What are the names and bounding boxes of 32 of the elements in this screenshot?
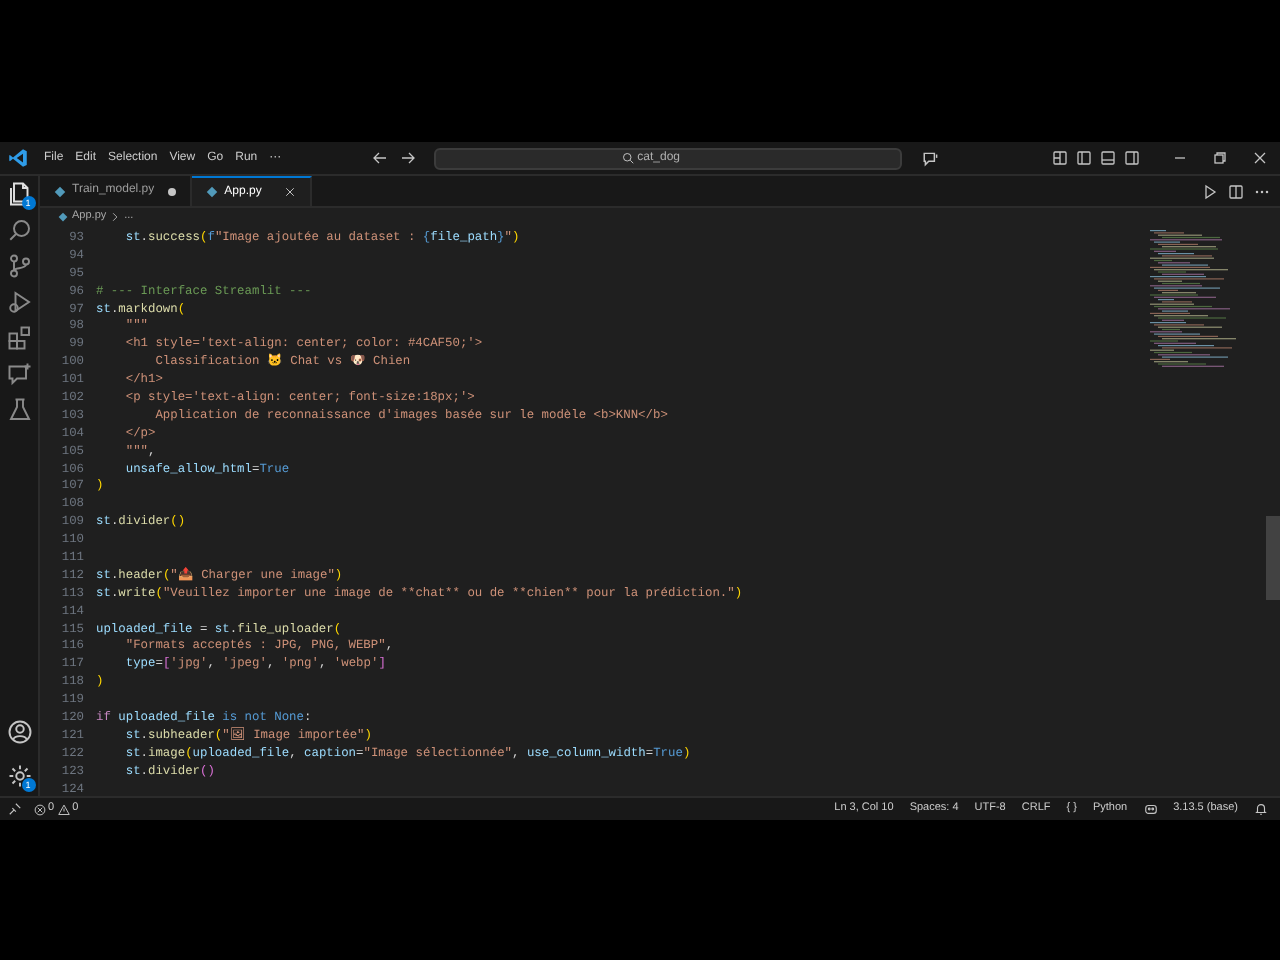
panel-bottom-icon[interactable]	[1100, 150, 1116, 166]
search-icon[interactable]	[7, 218, 31, 242]
sidebar-left-icon[interactable]	[1076, 150, 1092, 166]
restore-icon[interactable]	[1212, 150, 1228, 166]
files-icon[interactable]	[7, 182, 31, 206]
python-file-icon	[58, 212, 68, 222]
python-file-icon	[206, 186, 219, 198]
split-editor-icon[interactable]	[1228, 183, 1244, 199]
run-debug-icon[interactable]	[7, 290, 31, 314]
forward-arrow-icon[interactable]	[399, 150, 416, 166]
bell-icon[interactable]	[1254, 802, 1268, 816]
settings-icon[interactable]	[7, 764, 31, 788]
app-logo-icon	[8, 148, 28, 168]
run-icon[interactable]	[1202, 183, 1218, 199]
chevron-right-icon	[110, 212, 121, 222]
copilot-icon[interactable]	[1143, 802, 1158, 816]
extensions-icon[interactable]	[7, 326, 31, 350]
back-arrow-icon[interactable]	[371, 150, 388, 166]
source-control-icon[interactable]	[7, 254, 31, 278]
account-icon[interactable]	[7, 720, 31, 744]
layout-panels-icon[interactable]	[1052, 150, 1068, 166]
chat-icon[interactable]	[7, 362, 31, 386]
search-icon	[621, 152, 634, 164]
flask-icon[interactable]	[7, 398, 31, 422]
close-icon[interactable]	[1252, 150, 1268, 166]
scrollbar-thumb[interactable]	[1266, 516, 1280, 600]
error-icon	[34, 803, 46, 815]
python-file-icon	[54, 185, 66, 197]
sidebar-right-icon[interactable]	[1124, 150, 1140, 166]
chat-sparkle-icon[interactable]	[921, 149, 940, 167]
close-icon[interactable]	[283, 186, 296, 198]
warning-icon	[58, 803, 71, 815]
